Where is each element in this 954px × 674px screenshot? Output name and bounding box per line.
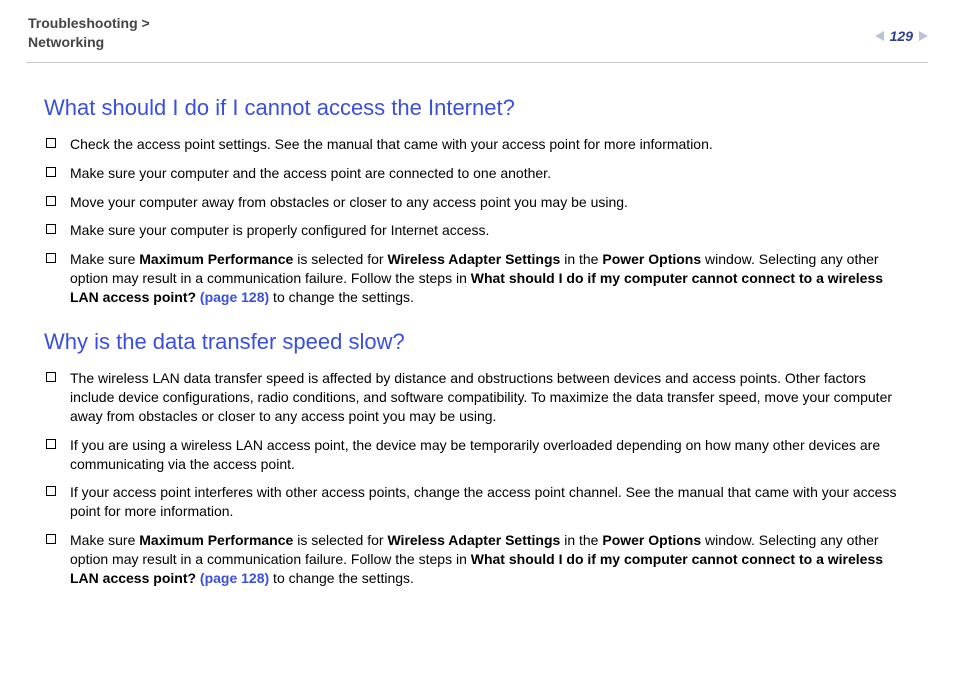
list-item-text: Move your computer away from obstacles o… — [70, 193, 914, 212]
list-item-text: If you are using a wireless LAN access p… — [70, 436, 914, 474]
list-item: Make sure Maximum Performance is selecte… — [46, 531, 914, 588]
list-item: Make sure your computer is properly conf… — [46, 221, 914, 240]
page-header: Troubleshooting > Networking 129 — [0, 0, 954, 60]
list-item-text: Check the access point settings. See the… — [70, 135, 914, 154]
next-page-icon[interactable] — [919, 31, 928, 41]
bullet-icon — [46, 138, 56, 148]
breadcrumb: Troubleshooting > Networking — [28, 14, 150, 52]
bullet-list-2: The wireless LAN data transfer speed is … — [44, 369, 914, 588]
list-item-text: If your access point interferes with oth… — [70, 483, 914, 521]
bullet-icon — [46, 372, 56, 382]
list-item-text: Make sure Maximum Performance is selecte… — [70, 531, 914, 588]
bullet-icon — [46, 486, 56, 496]
page-number: 129 — [890, 28, 913, 44]
list-item-text: Make sure your computer and the access p… — [70, 164, 914, 183]
list-item-text: Make sure your computer is properly conf… — [70, 221, 914, 240]
list-item: If you are using a wireless LAN access p… — [46, 436, 914, 474]
section-heading-2: Why is the data transfer speed slow? — [44, 329, 914, 355]
list-item: Make sure Maximum Performance is selecte… — [46, 250, 914, 307]
list-item: If your access point interferes with oth… — [46, 483, 914, 521]
bullet-icon — [46, 534, 56, 544]
bullet-icon — [46, 224, 56, 234]
page-number-nav: 129 — [875, 14, 928, 44]
breadcrumb-line2: Networking — [28, 33, 150, 52]
prev-page-icon[interactable] — [875, 31, 884, 41]
breadcrumb-line1: Troubleshooting > — [28, 14, 150, 33]
page-content: What should I do if I cannot access the … — [0, 63, 954, 588]
list-item: The wireless LAN data transfer speed is … — [46, 369, 914, 426]
list-item: Make sure your computer and the access p… — [46, 164, 914, 183]
section-heading-1: What should I do if I cannot access the … — [44, 95, 914, 121]
list-item: Move your computer away from obstacles o… — [46, 193, 914, 212]
bullet-icon — [46, 196, 56, 206]
bullet-icon — [46, 167, 56, 177]
list-item-text: The wireless LAN data transfer speed is … — [70, 369, 914, 426]
list-item: Check the access point settings. See the… — [46, 135, 914, 154]
bullet-icon — [46, 439, 56, 449]
bullet-icon — [46, 253, 56, 263]
list-item-text: Make sure Maximum Performance is selecte… — [70, 250, 914, 307]
bullet-list-1: Check the access point settings. See the… — [44, 135, 914, 307]
